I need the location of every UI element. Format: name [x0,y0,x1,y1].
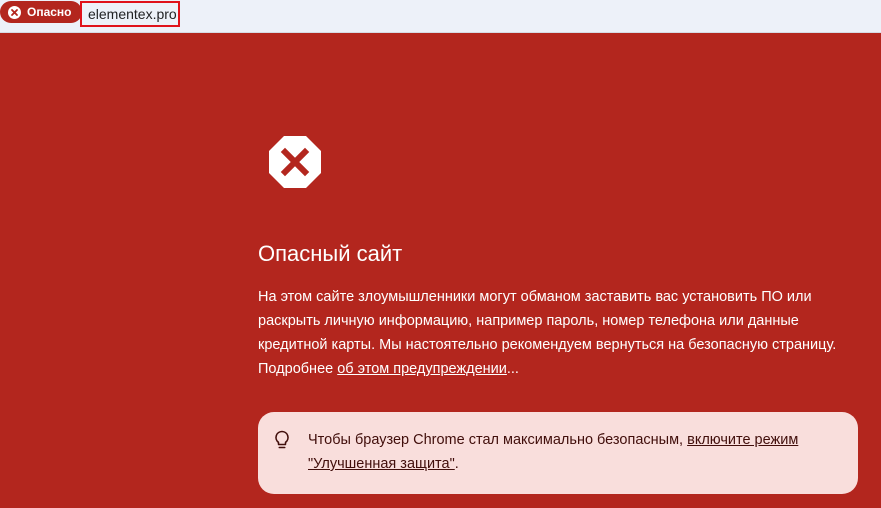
security-status-chip[interactable]: Опасно [0,1,82,23]
warning-description: На этом сайте злоумышленники могут обман… [258,285,858,381]
security-chip-label: Опасно [27,5,72,19]
enhanced-protection-tip: Чтобы браузер Chrome стал максимально бе… [258,412,858,494]
lightbulb-icon [275,430,289,449]
url-text: elementex.pro [88,6,177,22]
page-title: Опасный сайт [258,241,403,266]
details-ellipsis: ... [506,361,519,377]
tip-suffix: . [454,456,459,472]
tip-text: Чтобы браузер Chrome стал максимально бе… [308,432,688,448]
details-link[interactable]: об этом предупреждении [337,361,507,377]
address-bar: Опасно elementex.pro [0,0,881,33]
url-field[interactable]: elementex.pro [80,1,180,27]
blocked-octagon-icon [269,136,321,188]
close-circle-icon [8,5,21,19]
